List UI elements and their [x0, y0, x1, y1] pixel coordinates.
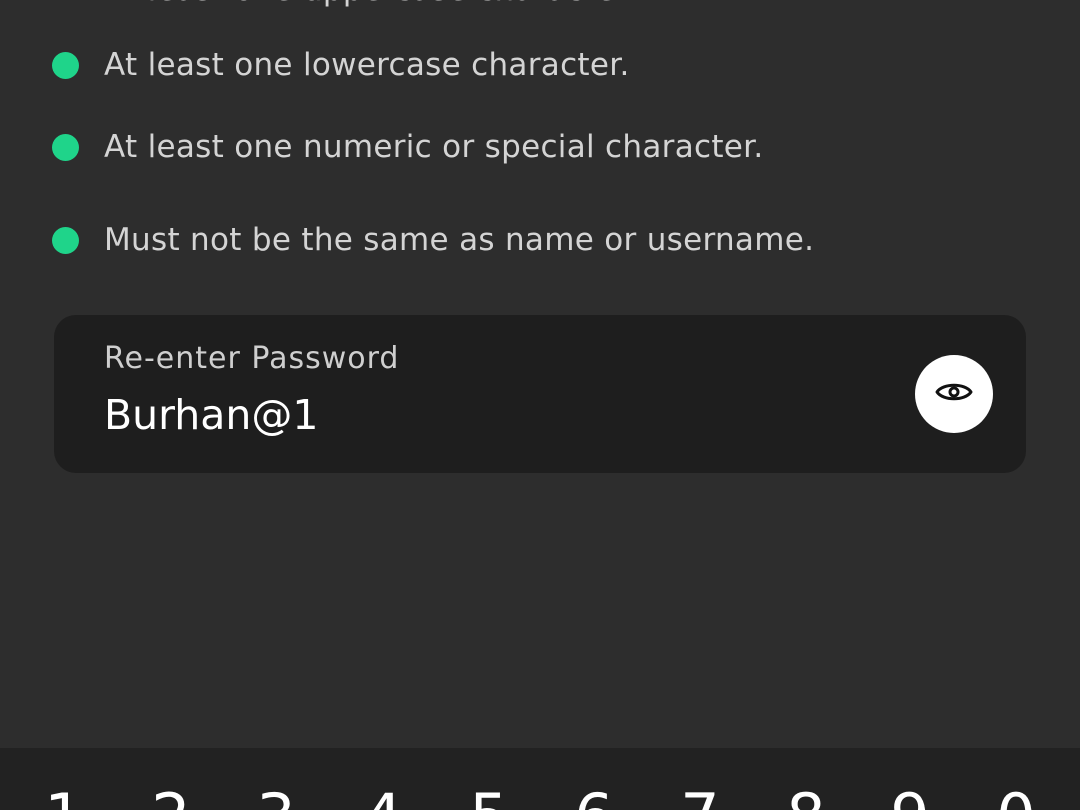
key-5[interactable]: 5	[449, 786, 529, 810]
key-7[interactable]: 7	[660, 786, 740, 810]
rule-not-name: Must not be the same as name or username…	[52, 220, 814, 260]
rule-lowercase-text: At least one lowercase character.	[104, 47, 630, 83]
key-0[interactable]: 0	[976, 786, 1056, 810]
toggle-password-visibility-button[interactable]	[915, 355, 993, 433]
eye-icon	[935, 380, 973, 408]
rule-not-name-text: Must not be the same as name or username…	[104, 222, 815, 258]
rule-numeric-special-text: At least one numeric or special characte…	[104, 129, 764, 165]
rule-met-indicator	[52, 133, 79, 161]
reenter-password-input[interactable]: Burhan@1	[104, 391, 318, 439]
rule-met-indicator	[52, 226, 79, 254]
reenter-password-field[interactable]: Re-enter Password Burhan@1	[54, 315, 1026, 473]
reenter-password-label: Re-enter Password	[104, 341, 400, 376]
keyboard: 1 2 3 4 5 6 7 8 9 0	[0, 748, 1080, 810]
key-2[interactable]: 2	[131, 786, 211, 810]
key-1[interactable]: 1	[24, 786, 104, 810]
rule-met-indicator	[52, 51, 79, 79]
key-9[interactable]: 9	[870, 786, 950, 810]
screen: At least one uppercase character. At lea…	[0, 0, 1080, 810]
key-6[interactable]: 6	[554, 786, 634, 810]
key-4[interactable]: 4	[343, 786, 423, 810]
rule-numeric-special: At least one numeric or special characte…	[52, 127, 764, 167]
rule-lowercase: At least one lowercase character.	[52, 45, 630, 85]
rule-uppercase-text-partial: At least one uppercase character.	[104, 0, 636, 8]
key-8[interactable]: 8	[766, 786, 846, 810]
key-3[interactable]: 3	[236, 786, 316, 810]
